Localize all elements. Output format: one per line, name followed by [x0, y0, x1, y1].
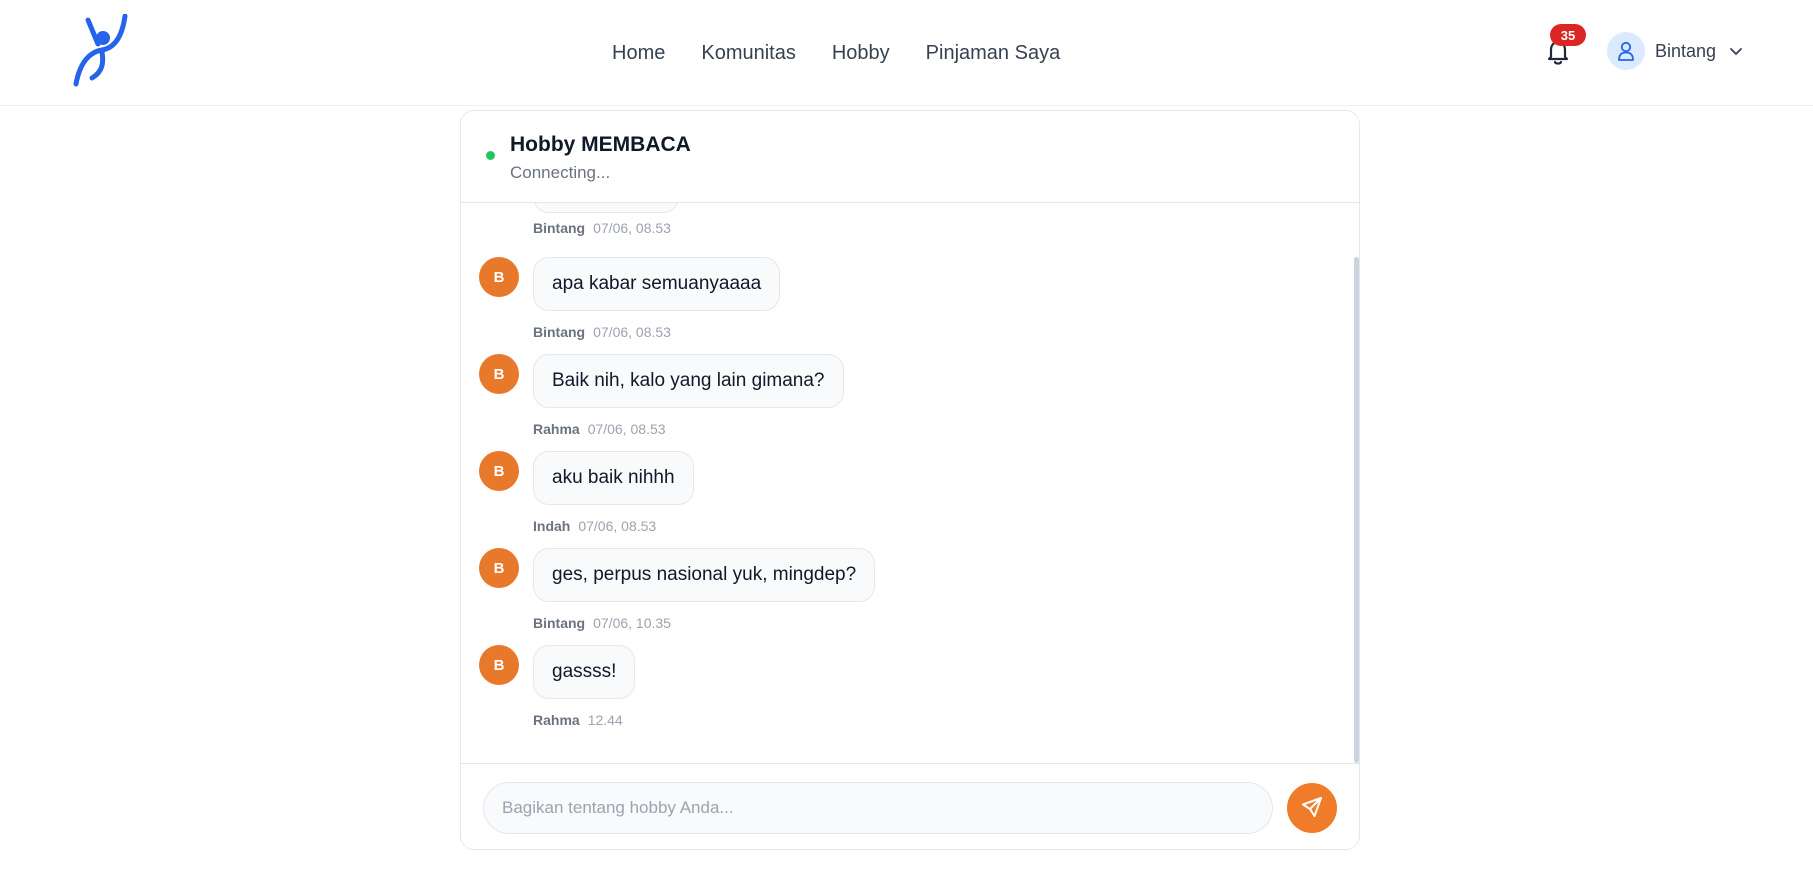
- avatar: B: [479, 257, 519, 297]
- message-bubble: [533, 203, 679, 213]
- message-item: B Baik nih, kalo yang lain gimana? Rahma…: [461, 354, 1341, 451]
- message-meta: Bintang 07/06, 08.53: [533, 324, 671, 340]
- message-time: 12.44: [587, 712, 623, 728]
- connection-status: Connecting...: [510, 163, 611, 182]
- avatar: B: [479, 548, 519, 588]
- message-time: 07/06, 08.53: [587, 421, 666, 437]
- nav-home[interactable]: Home: [612, 38, 665, 69]
- message-meta: Indah 07/06, 08.53: [533, 518, 656, 534]
- chat-panel: Hobby MEMBACA Connecting... Bintang 07/06…: [460, 110, 1360, 850]
- main-nav: Home Komunitas Hobby Pinjaman Saya: [612, 38, 1060, 69]
- message-time: 07/06, 08.53: [593, 220, 671, 236]
- message-bubble: ges, perpus nasional yuk, mingdep?: [533, 548, 876, 602]
- user-icon: [1607, 32, 1645, 70]
- user-name: Bintang: [1655, 40, 1717, 61]
- message-meta: Bintang 07/06, 10.35: [533, 615, 671, 631]
- message-bubble: Baik nih, kalo yang lain gimana?: [533, 354, 844, 408]
- avatar: B: [479, 645, 519, 685]
- message-scrollbar[interactable]: [1354, 257, 1359, 763]
- send-icon: [1300, 795, 1324, 822]
- chat-header: Hobby MEMBACA Connecting...: [461, 111, 1359, 203]
- message-meta: Rahma 12.44: [533, 712, 623, 728]
- message-time: 07/06, 08.53: [578, 518, 657, 534]
- message-composer: [461, 763, 1359, 849]
- message-item: B ges, perpus nasional yuk, mingdep? Bin…: [461, 548, 1341, 645]
- message-sender: Indah: [533, 518, 571, 534]
- nav-pinjaman-saya[interactable]: Pinjaman Saya: [926, 38, 1061, 69]
- message-sender: Bintang: [533, 615, 586, 631]
- message-item: B gassss! Rahma 12.44: [461, 645, 1341, 742]
- message-time: 07/06, 10.35: [593, 615, 671, 631]
- chevron-down-icon: [1728, 43, 1744, 59]
- message-list[interactable]: Bintang 07/06, 08.53 B apa kabar semuanya…: [461, 203, 1359, 763]
- message-sender: Bintang: [533, 220, 586, 236]
- message-item: B aku baik nihhh Indah 07/06, 08.53: [461, 451, 1341, 548]
- message-sender: Rahma: [533, 712, 580, 728]
- online-status-dot: [486, 151, 495, 160]
- logo-icon[interactable]: [68, 13, 130, 88]
- user-menu[interactable]: Bintang: [1607, 32, 1744, 70]
- message-item: B apa kabar semuanyaaaa Bintang 07/06, 08…: [461, 257, 1341, 354]
- message-sender: Bintang: [533, 324, 586, 340]
- message-bubble: gassss!: [533, 645, 636, 699]
- notification-badge: 35: [1550, 24, 1586, 46]
- message-meta: Bintang 07/06, 08.53: [533, 220, 671, 236]
- message-bubble: aku baik nihhh: [533, 451, 694, 505]
- chat-title: Hobby MEMBACA: [510, 133, 691, 156]
- message-input[interactable]: [483, 782, 1273, 834]
- avatar: B: [479, 354, 519, 394]
- message-meta: Rahma 07/06, 08.53: [533, 421, 666, 437]
- send-button[interactable]: [1287, 783, 1337, 833]
- nav-komunitas[interactable]: Komunitas: [701, 38, 796, 69]
- avatar: B: [479, 451, 519, 491]
- message-time: 07/06, 08.53: [593, 324, 671, 340]
- message-bubble: apa kabar semuanyaaaa: [533, 257, 781, 311]
- message-sender: Rahma: [533, 421, 580, 437]
- nav-hobby[interactable]: Hobby: [832, 38, 890, 69]
- top-navbar: Home Komunitas Hobby Pinjaman Saya 35 Bi…: [0, 0, 1813, 106]
